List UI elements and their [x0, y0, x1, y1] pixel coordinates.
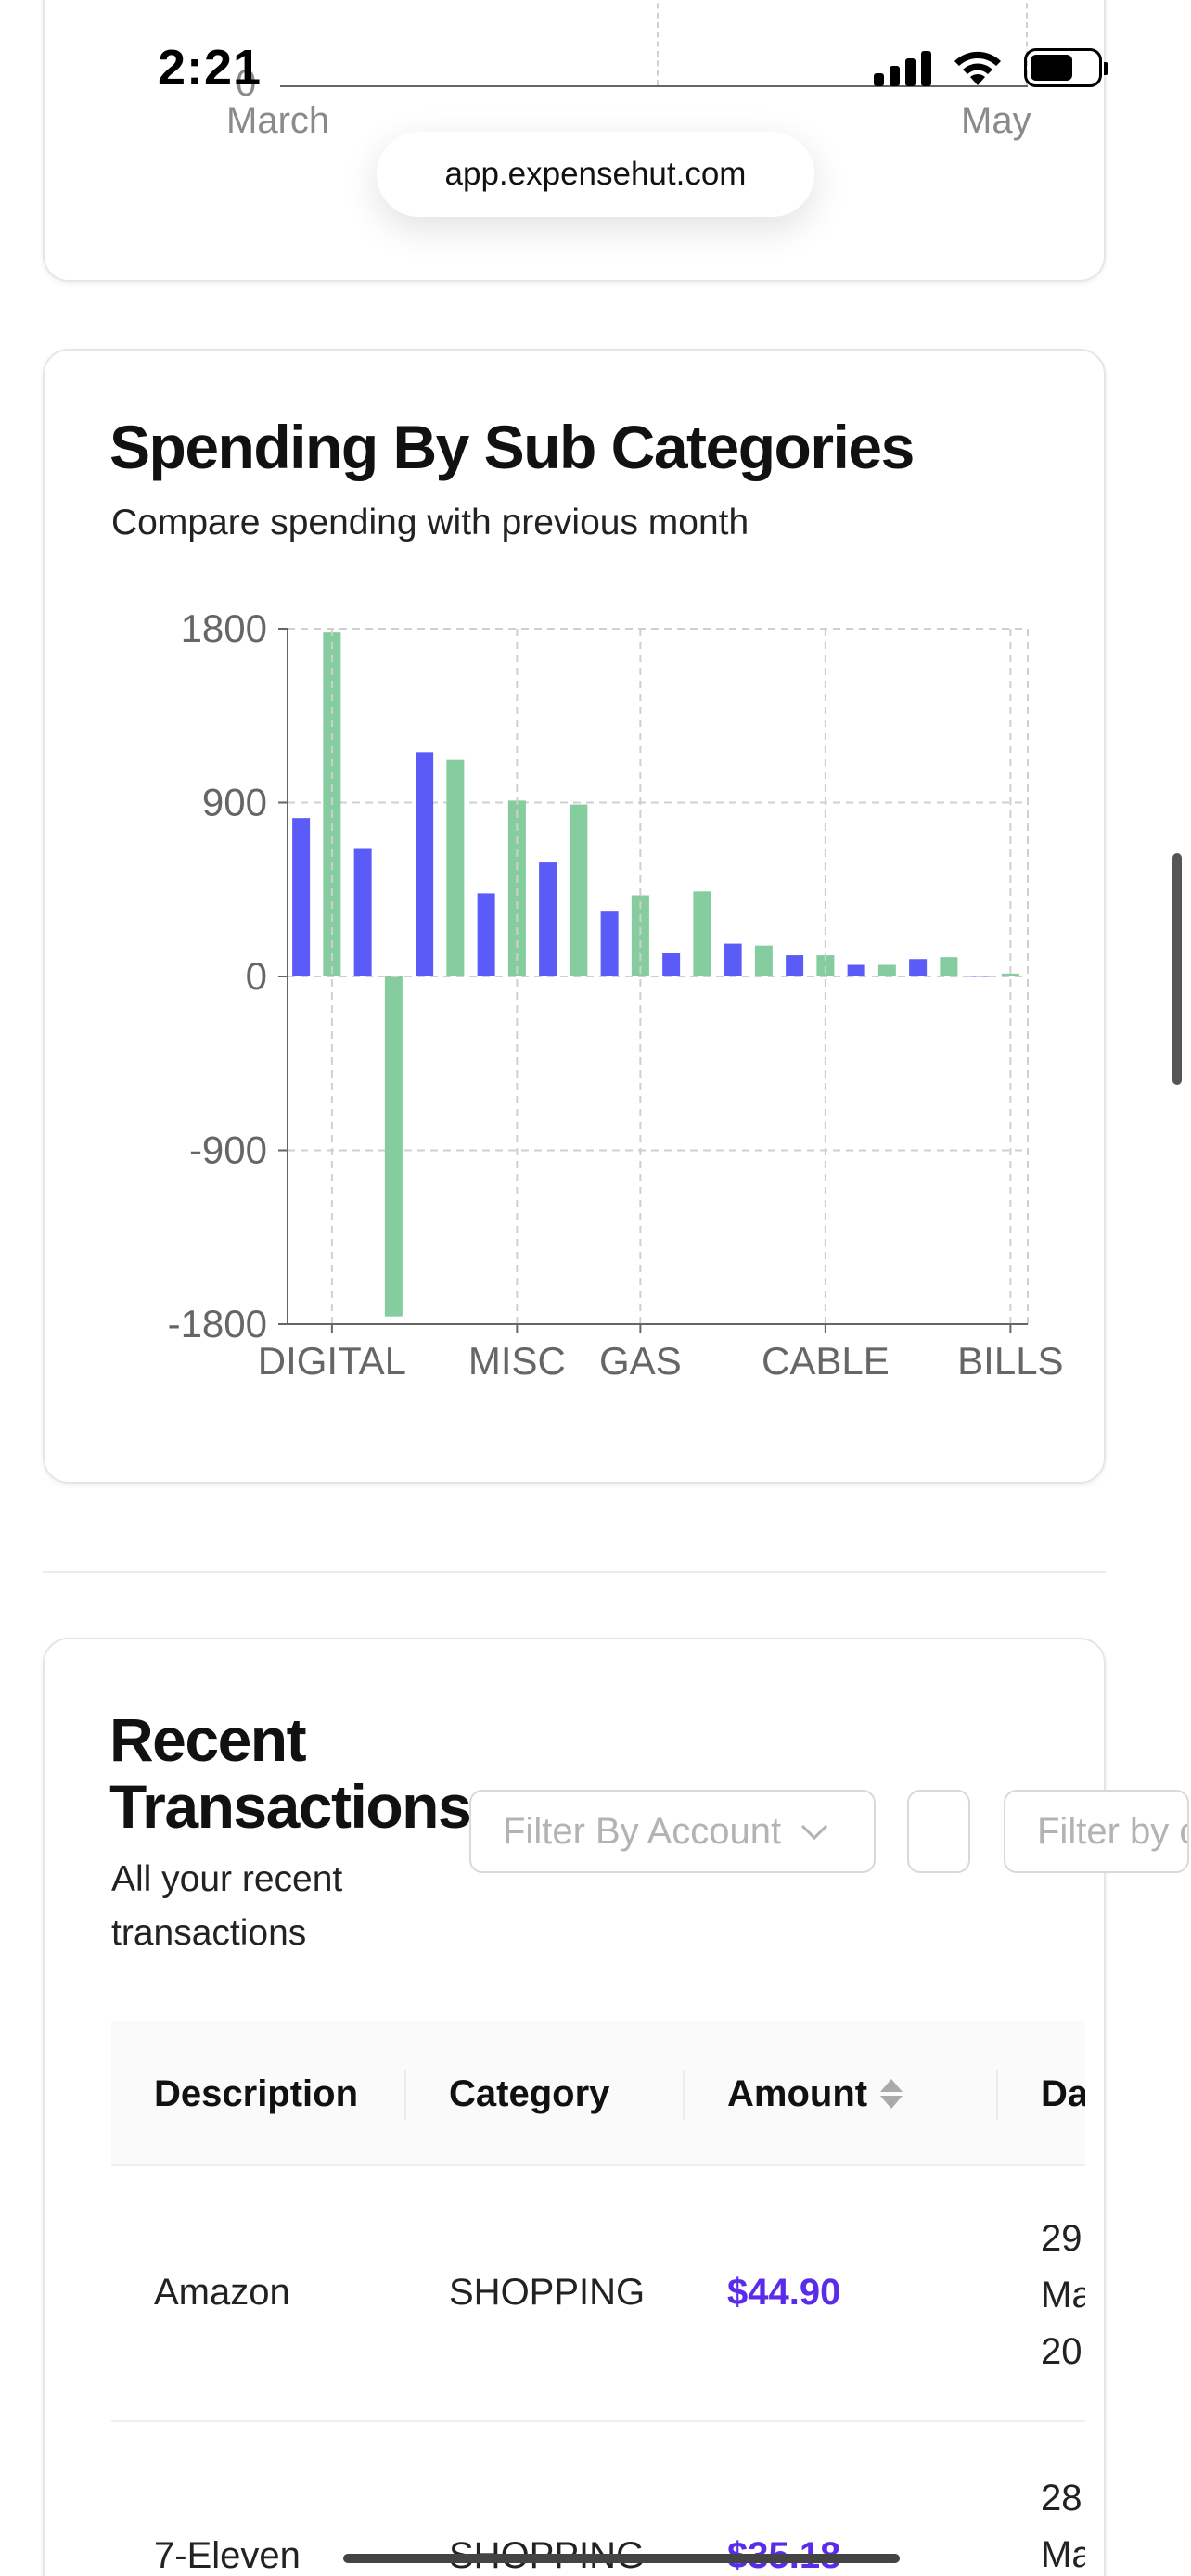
chart-bar [570, 804, 588, 976]
filter-by-category-select[interactable]: Filter by c [1004, 1790, 1189, 1873]
page: 0 March May 2:21 app.expensehut.com Spen… [0, 0, 1191, 2576]
status-icons [874, 48, 1108, 87]
chart-bar [539, 862, 557, 976]
chart-bar [693, 891, 711, 976]
column-date[interactable]: Da [1041, 2021, 1085, 2166]
filter-toggle-box[interactable] [907, 1790, 970, 1873]
cell-category: SHOPPING [449, 2272, 646, 2313]
chart-bar [847, 964, 865, 976]
x-tick-label: BILLS [957, 1339, 1063, 1383]
status-bar: 2:21 [0, 0, 1191, 139]
cell-date: 28 Ma [1041, 2478, 1085, 2575]
column-amount[interactable]: Amount [727, 2021, 903, 2166]
x-tick-label: MISC [468, 1339, 566, 1383]
chart-bar [353, 848, 372, 976]
address-bar[interactable]: app.expensehut.com [377, 132, 814, 217]
chart-bar [600, 911, 619, 976]
chart-bar [786, 955, 804, 976]
chart-bar [477, 893, 495, 976]
url-text: app.expensehut.com [444, 156, 747, 192]
x-tick-label: DIGITAL [258, 1339, 406, 1383]
cell-amount: $44.90 [727, 2272, 841, 2313]
transactions-subtitle: All your recent transactions [111, 1859, 343, 1953]
filter-account-placeholder: Filter By Account [503, 1810, 782, 1852]
column-separator [683, 2070, 685, 2120]
y-tick-label: 1800 [181, 606, 267, 650]
home-indicator[interactable] [343, 2554, 900, 2563]
chart-bar [877, 964, 896, 976]
column-description[interactable]: Description [154, 2021, 358, 2166]
y-tick-label: 0 [246, 954, 267, 998]
x-tick-label: CABLE [762, 1339, 890, 1383]
chart-bar [384, 976, 403, 1317]
chart-bar [940, 957, 958, 976]
cellular-signal-icon [874, 49, 931, 86]
spending-sub-categories-card: Spending By Sub Categories Compare spend… [43, 349, 1106, 1484]
filter-category-placeholder: Filter by c [1037, 1810, 1189, 1852]
chart-bar [416, 752, 434, 976]
cell-description: 7-Eleven [154, 2535, 301, 2576]
chevron-down-icon [800, 1813, 828, 1841]
chart-bar [724, 943, 742, 976]
y-tick-label: -900 [189, 1129, 267, 1172]
sub-category-bar-chart: 1800 900 0 -900 -1800DIGITAL MISC GAS CABLE BILL… [168, 606, 1064, 1383]
sort-icon[interactable] [880, 2079, 903, 2109]
filter-by-account-select[interactable]: Filter By Account [469, 1790, 876, 1873]
column-separator [996, 2070, 998, 2120]
wifi-icon [954, 51, 1001, 85]
recent-transactions-card: Recent Transactions All your recent tran… [43, 1638, 1189, 2576]
table-row[interactable]: Amazon SHOPPING $44.90 29 Ma 20 [111, 2166, 1085, 2422]
transactions-title: Recent Transactions [109, 1705, 472, 1841]
chart-bar [292, 818, 311, 976]
y-tick-label: 900 [202, 781, 267, 824]
cell-date: 29 Ma 20 [1041, 2218, 1085, 2372]
chart-bar [909, 959, 928, 976]
chart-bar [662, 953, 681, 976]
transactions-table: Description Category Amount Da Amazon SH… [111, 2021, 1085, 2576]
section-divider [43, 1571, 1106, 1573]
page-scrollbar[interactable] [1172, 853, 1182, 1085]
column-separator [404, 2070, 406, 2120]
status-time: 2:21 [158, 40, 263, 96]
chart-bar [446, 759, 465, 976]
column-category[interactable]: Category [449, 2021, 609, 2166]
chart-bar [754, 945, 773, 976]
battery-icon [1024, 48, 1108, 87]
table-header: Description Category Amount Da [111, 2021, 1085, 2166]
x-tick-label: GAS [599, 1339, 682, 1383]
y-tick-label: -1800 [168, 1302, 267, 1345]
cell-description: Amazon [154, 2272, 290, 2313]
